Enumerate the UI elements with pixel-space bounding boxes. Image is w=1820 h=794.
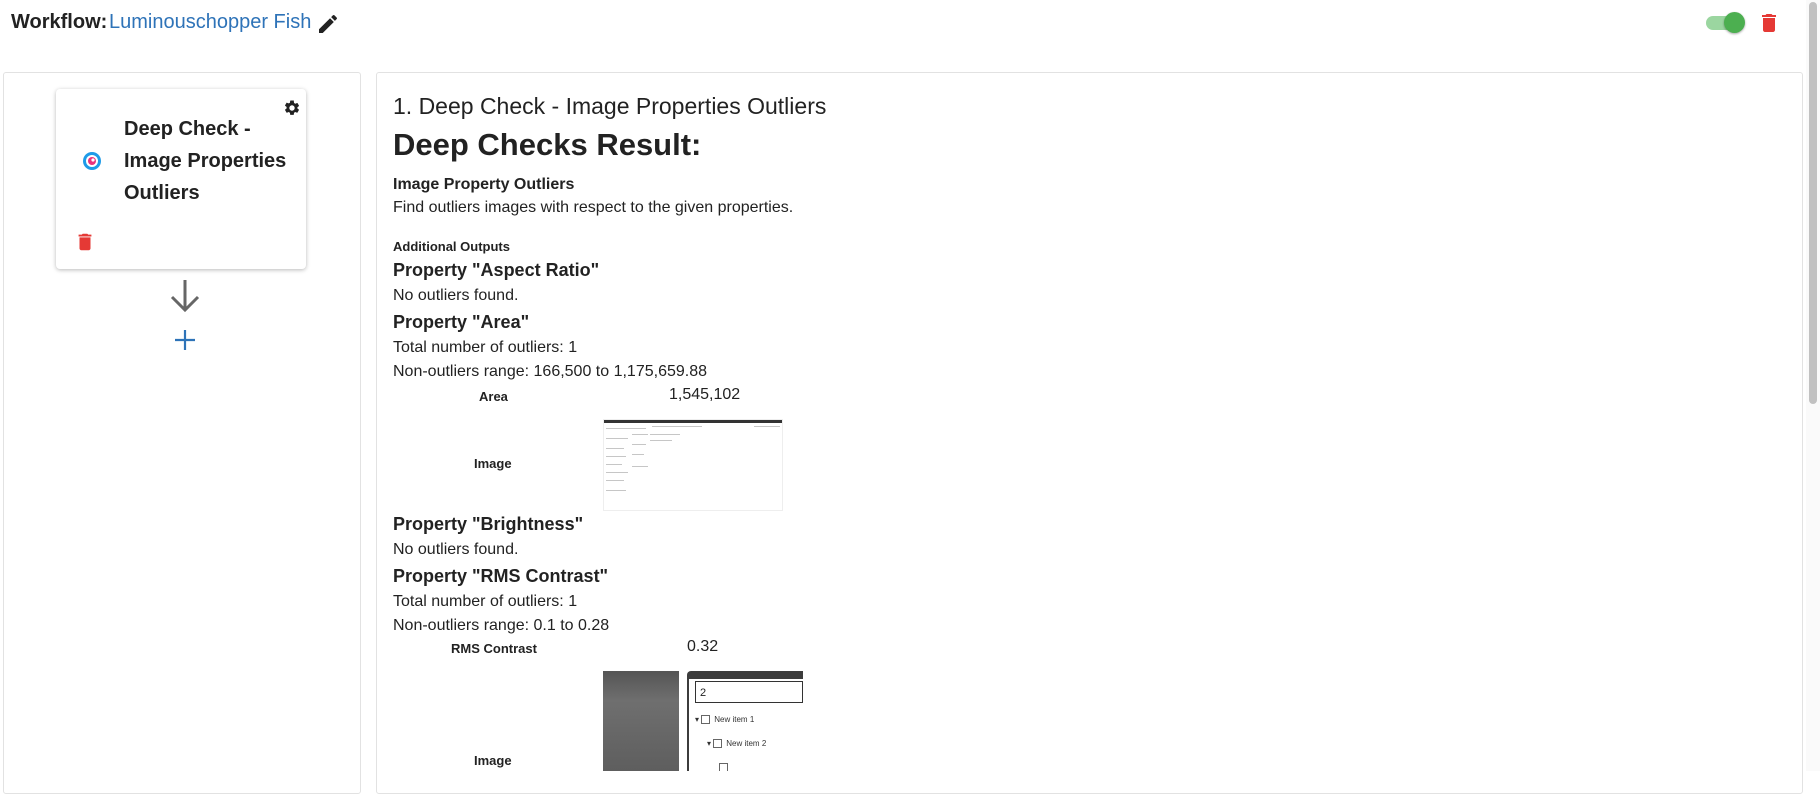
outlier-image-thumbnail <box>603 419 783 511</box>
check-name: Image Property Outliers <box>393 176 575 193</box>
step-heading: 1. Deep Check - Image Properties Outlier… <box>393 93 827 119</box>
pencil-icon[interactable] <box>316 12 340 36</box>
additional-outputs-label: Additional Outputs <box>393 239 510 254</box>
result-panel: 1. Deep Check - Image Properties Outlier… <box>376 72 1803 794</box>
thumbnail-line <box>632 434 648 435</box>
workflow-header: Workflow: Luminouschopper Fish <box>0 0 1800 48</box>
property-line: Non-outliers range: 166,500 to 1,175,659… <box>393 363 708 380</box>
thumbnail-line <box>606 490 626 491</box>
property-heading: Property "Aspect Ratio" <box>393 260 600 280</box>
thumbnail-line <box>606 456 626 457</box>
thumbnail-tree-item: ▾ New item 2 <box>707 739 767 749</box>
property-line: No outliers found. <box>393 287 519 304</box>
trash-icon[interactable] <box>74 231 96 253</box>
thumbnail-line <box>632 466 648 467</box>
thumbnail-tree-item: ▾ New item 1 <box>695 715 755 725</box>
thumbnail-item-label: New item 1 <box>714 715 755 724</box>
thumbnail-line <box>650 434 680 435</box>
thumbnail-line <box>650 440 672 441</box>
table-row-label: Image <box>474 456 512 471</box>
plus-icon[interactable] <box>172 327 198 353</box>
workflow-active-toggle[interactable] <box>1706 12 1746 33</box>
page-scrollbar[interactable] <box>1806 0 1820 771</box>
table-cell-value: 0.32 <box>687 638 719 655</box>
property-line: Total number of outliers: 1 <box>393 339 578 356</box>
thumbnail-line <box>652 426 702 427</box>
thumbnail-toolbar <box>604 420 782 423</box>
arrow-down-icon <box>170 280 200 313</box>
property-line: No outliers found. <box>393 541 519 558</box>
thumbnail-line <box>606 448 624 449</box>
thumbnail-item-label: New item 2 <box>726 739 767 748</box>
property-line: Total number of outliers: 1 <box>393 593 578 610</box>
scrollbar-thumb[interactable] <box>1809 2 1817 404</box>
thumbnail-input: 2 <box>695 681 803 703</box>
thumbnail-line <box>606 480 624 481</box>
table-row-label: RMS Contrast <box>451 641 537 656</box>
toggle-knob <box>1724 12 1745 33</box>
table-row-label: Image <box>474 753 512 768</box>
workflow-name[interactable]: Luminouschopper Fish <box>109 11 311 34</box>
thumbnail-gray-area <box>603 671 679 771</box>
thumbnail-line <box>754 426 780 427</box>
result-title: Deep Checks Result: <box>393 127 702 162</box>
property-line: Non-outliers range: 0.1 to 0.28 <box>393 617 610 634</box>
check-description: Find outliers images with respect to the… <box>393 199 794 216</box>
workflow-label: Workflow: <box>11 11 108 33</box>
deepchecks-logo-icon <box>83 152 101 170</box>
thumbnail-line <box>606 428 646 429</box>
property-heading: Property "Area" <box>393 312 530 332</box>
thumbnail-tree-item <box>719 763 732 771</box>
trash-icon[interactable] <box>1757 11 1781 35</box>
table-row-label: Area <box>479 389 508 404</box>
outlier-image-thumbnail: 2 ▾ New item 1 ▾ New item 2 <box>603 671 803 771</box>
thumbnail-line <box>606 472 628 473</box>
pipeline-panel: Deep Check - Image Properties Outliers <box>3 72 361 794</box>
table-cell-value: 1,545,102 <box>669 386 741 403</box>
thumbnail-line <box>606 438 628 439</box>
property-heading: Property "Brightness" <box>393 514 584 534</box>
step-card-title: Deep Check - Image Properties Outliers <box>124 118 287 204</box>
step-card[interactable]: Deep Check - Image Properties Outliers <box>56 89 306 269</box>
property-heading: Property "RMS Contrast" <box>393 566 609 586</box>
thumbnail-line <box>632 444 646 445</box>
thumbnail-line <box>606 464 622 465</box>
thumbnail-line <box>632 454 644 455</box>
